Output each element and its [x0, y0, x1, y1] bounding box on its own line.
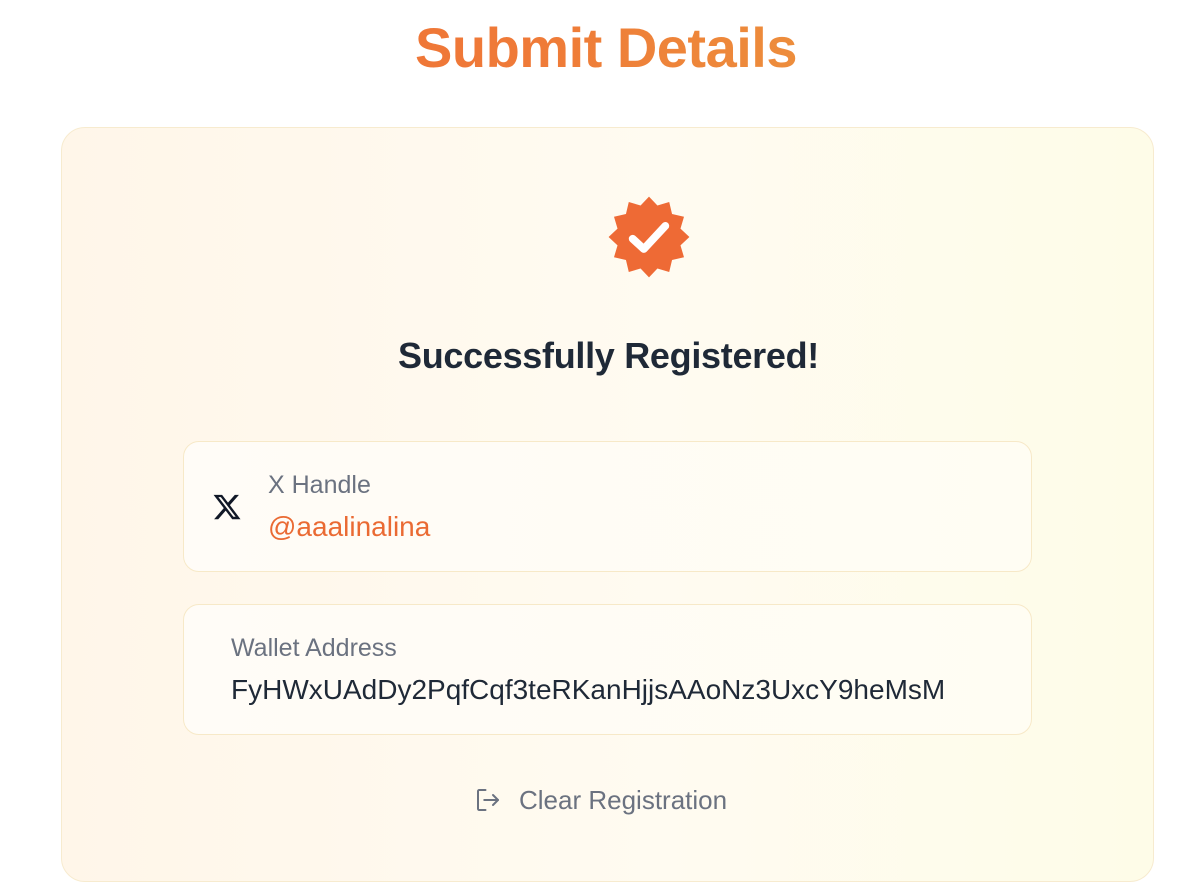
wallet-address-value: FyHWxUAdDy2PqfCqf3teRKanHjjsAAoNz3UxcY9h… [231, 674, 946, 705]
wallet-address-box: Wallet Address FyHWxUAdDy2PqfCqf3teRKanH… [183, 604, 1032, 735]
x-handle-box: X Handle @aaalinalina [183, 441, 1032, 572]
verified-badge-icon [608, 196, 690, 278]
clear-registration-button[interactable]: Clear Registration [473, 780, 727, 820]
registration-card: Successfully Registered! X Handle @aaali… [61, 127, 1154, 882]
logout-icon [477, 789, 499, 811]
x-handle-value: @aaalinalina [268, 511, 431, 542]
page-title: Submit Details [0, 12, 1200, 84]
wallet-address-label: Wallet Address [231, 634, 397, 662]
x-handle-label: X Handle [268, 471, 371, 499]
success-headline: Successfully Registered! [398, 335, 819, 376]
clear-registration-label: Clear Registration [519, 785, 728, 815]
x-logo-icon [213, 494, 241, 520]
